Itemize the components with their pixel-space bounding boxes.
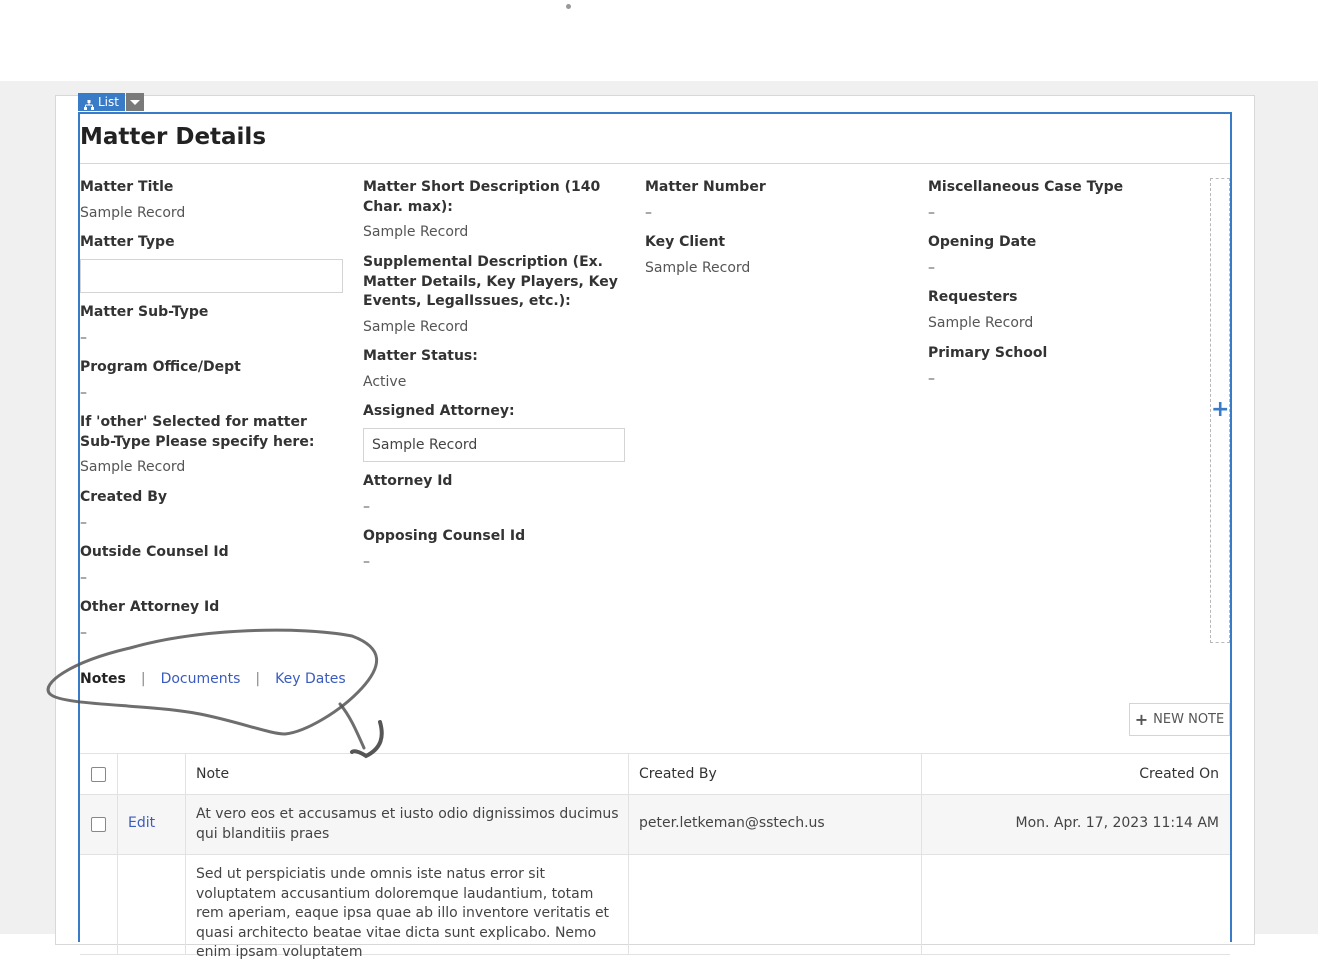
table-row: Edit At vero eos et accusamus et iusto o… [80, 795, 1230, 855]
created-by-label: Created By [80, 489, 168, 505]
created-by-cell: peter.letkeman@sstech.us [629, 795, 922, 854]
loading-dot [566, 4, 571, 9]
created-by-cell [629, 855, 922, 954]
outside-counsel-value: – [80, 570, 87, 586]
created-on-cell [922, 855, 1230, 954]
matter-number-label: Matter Number [645, 179, 766, 195]
row-select-cell [80, 855, 118, 954]
matter-sub-type-label: Matter Sub-Type [80, 304, 209, 320]
key-client-label: Key Client [645, 234, 726, 250]
new-note-label: NEW NOTE [1153, 712, 1225, 727]
requesters-value: Sample Record [928, 315, 1034, 331]
plus-icon[interactable]: + [1211, 399, 1229, 421]
other-attorney-value: – [80, 625, 87, 641]
attorney-id-label: Attorney Id [363, 473, 453, 489]
table-header-row: Note Created By Created On [80, 753, 1230, 795]
matter-title-value: Sample Record [80, 205, 186, 221]
misc-case-type-label: Miscellaneous Case Type [928, 179, 1124, 195]
new-note-button[interactable]: + NEW NOTE [1129, 703, 1230, 736]
opening-date-value: – [928, 260, 935, 276]
matter-title-label: Matter Title [80, 179, 174, 195]
note-text: Sed ut perspiciatis unde omnis iste natu… [196, 866, 610, 960]
matter-status-label: Matter Status: [363, 348, 478, 364]
related-tabs: Notes | Documents | Key Dates [80, 671, 346, 687]
table-row: Sed ut perspiciatis unde omnis iste natu… [80, 855, 1230, 960]
matter-type-label: Matter Type [80, 234, 175, 250]
matter-type-field[interactable] [80, 259, 343, 293]
tab-notes[interactable]: Notes [80, 671, 126, 687]
tab-documents[interactable]: Documents [161, 671, 241, 687]
tab-separator: | [255, 671, 261, 687]
requesters-label: Requesters [928, 289, 1018, 305]
top-bar [0, 0, 1318, 81]
note-cell: At vero eos et accusamus et iusto odio d… [186, 795, 629, 854]
caret-down-icon [130, 99, 140, 105]
select-all-checkbox[interactable] [91, 767, 106, 782]
note-cell: Sed ut perspiciatis unde omnis iste natu… [186, 855, 629, 960]
short-description-label: Matter Short Description (140 Char. max)… [363, 179, 601, 215]
opposing-counsel-label: Opposing Counsel Id [363, 528, 526, 544]
created-by-header[interactable]: Created By [629, 754, 922, 794]
key-client-value: Sample Record [645, 260, 751, 276]
row-select-cell [80, 795, 118, 854]
matter-sub-type-value: – [80, 330, 87, 346]
note-text: At vero eos et accusamus et iusto odio d… [196, 806, 619, 842]
primary-school-label: Primary School [928, 345, 1048, 361]
tab-key-dates[interactable]: Key Dates [275, 671, 346, 687]
title-divider [80, 163, 1230, 164]
assigned-attorney-label: Assigned Attorney: [363, 403, 515, 419]
opposing-counsel-value: – [363, 554, 370, 570]
page-title: Matter Details [80, 124, 267, 150]
outside-counsel-label: Outside Counsel Id [80, 544, 229, 560]
opening-date-label: Opening Date [928, 234, 1037, 250]
other-sub-type-value: Sample Record [80, 459, 186, 475]
list-view-badge[interactable]: List [78, 93, 125, 111]
edit-link[interactable]: Edit [118, 795, 186, 854]
other-attorney-label: Other Attorney Id [80, 599, 220, 615]
primary-school-value: – [928, 371, 935, 387]
edit-link[interactable] [118, 855, 186, 954]
misc-case-type-value: – [928, 205, 935, 221]
tab-separator: | [140, 671, 146, 687]
note-header[interactable]: Note [186, 754, 629, 794]
sitemap-icon [84, 97, 94, 110]
short-description-value: Sample Record [363, 224, 469, 240]
created-by-value: – [80, 515, 87, 531]
program-office-value: – [80, 385, 87, 401]
supplemental-description-value: Sample Record [363, 319, 469, 335]
supplemental-description-label: Supplemental Description (Ex. Matter Det… [363, 254, 618, 309]
attorney-id-value: – [363, 499, 370, 515]
matter-status-value: Active [363, 374, 407, 390]
select-all-cell [80, 754, 118, 794]
row-checkbox[interactable] [91, 817, 106, 832]
created-on-header[interactable]: Created On [922, 754, 1230, 794]
list-badge-label: List [98, 95, 119, 109]
list-dropdown-button[interactable] [126, 93, 144, 111]
matter-number-value: – [645, 205, 652, 221]
other-sub-type-label: If 'other' Selected for matter Sub-Type … [80, 414, 315, 450]
program-office-label: Program Office/Dept [80, 359, 241, 375]
created-on-cell: Mon. Apr. 17, 2023 11:14 AM [1015, 815, 1220, 831]
action-header-cell [118, 754, 186, 794]
plus-icon: + [1134, 710, 1149, 729]
assigned-attorney-field[interactable]: Sample Record [363, 428, 625, 462]
